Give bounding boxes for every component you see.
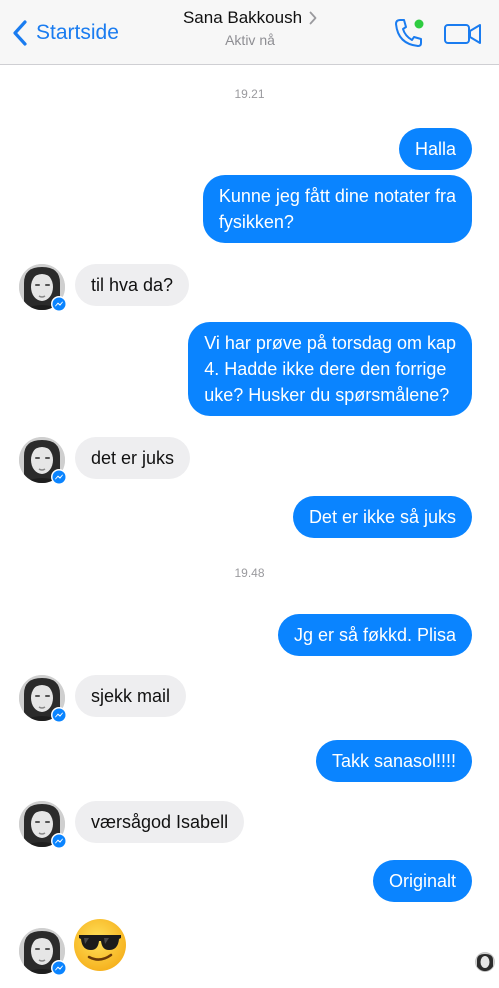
- message-text: værsågod Isabell: [91, 812, 229, 832]
- message-text: Kunne jeg fått dine notater fra: [218, 186, 456, 206]
- message-text: 4. Hadde ikke dere den forrige: [204, 359, 447, 379]
- incoming-message[interactable]: til hva da?: [75, 264, 190, 306]
- chevron-left-icon: [13, 20, 27, 46]
- incoming-message[interactable]: værsågod Isabell: [75, 801, 245, 843]
- read-receipt-avatar: [475, 952, 495, 972]
- outgoing-message[interactable]: Det er ikke så juks: [292, 496, 472, 538]
- message-text: til hva da?: [91, 275, 174, 295]
- message-text: fysikken?: [218, 212, 294, 232]
- sunglasses-emoji-icon[interactable]: [72, 917, 128, 973]
- contact-title[interactable]: Sana Bakkoush Aktiv nå: [150, 8, 350, 48]
- message-text: sjekk mail: [91, 686, 171, 706]
- outgoing-message[interactable]: Originalt: [372, 860, 472, 902]
- back-label: Startside: [36, 21, 119, 44]
- message-text: Halla: [414, 139, 456, 159]
- contact-avatar[interactable]: [18, 674, 66, 722]
- message-text: det er juks: [91, 448, 175, 468]
- message-text: Vi har prøve på torsdag om kap: [204, 333, 456, 353]
- incoming-message[interactable]: sjekk mail: [75, 675, 187, 717]
- video-camera-icon[interactable]: [443, 20, 483, 48]
- outgoing-message[interactable]: Halla: [398, 128, 472, 170]
- outgoing-message[interactable]: Jg er så føkkd. Plisa: [277, 614, 472, 656]
- outgoing-message[interactable]: Takk sanasol!!!!: [315, 740, 472, 782]
- contact-avatar[interactable]: [18, 436, 66, 484]
- contact-avatar[interactable]: [18, 927, 66, 975]
- contact-status: Aktiv nå: [225, 32, 275, 48]
- incoming-message[interactable]: det er juks: [75, 437, 191, 479]
- chevron-right-icon: [309, 11, 317, 25]
- timestamp: 19.21: [234, 87, 265, 101]
- contact-name: Sana Bakkoush: [182, 8, 303, 27]
- back-button[interactable]: Startside: [12, 18, 119, 48]
- message-text: Originalt: [388, 871, 456, 891]
- phone-icon[interactable]: [392, 16, 426, 50]
- conversation-header: Startside Sana Bakkoush Aktiv nå: [0, 0, 499, 65]
- message-text: Det er ikke så juks: [308, 507, 456, 527]
- outgoing-message[interactable]: Kunne jeg fått dine notater fra fysikken…: [202, 175, 472, 243]
- contact-avatar[interactable]: [18, 800, 66, 848]
- contact-avatar[interactable]: [18, 263, 66, 311]
- message-text: uke? Husker du spørsmålene?: [204, 385, 450, 405]
- message-text: Takk sanasol!!!!: [331, 751, 456, 771]
- timestamp: 19.48: [234, 566, 265, 580]
- message-text: Jg er så føkkd. Plisa: [293, 625, 456, 645]
- outgoing-message[interactable]: Vi har prøve på torsdag om kap 4. Hadde …: [188, 322, 472, 416]
